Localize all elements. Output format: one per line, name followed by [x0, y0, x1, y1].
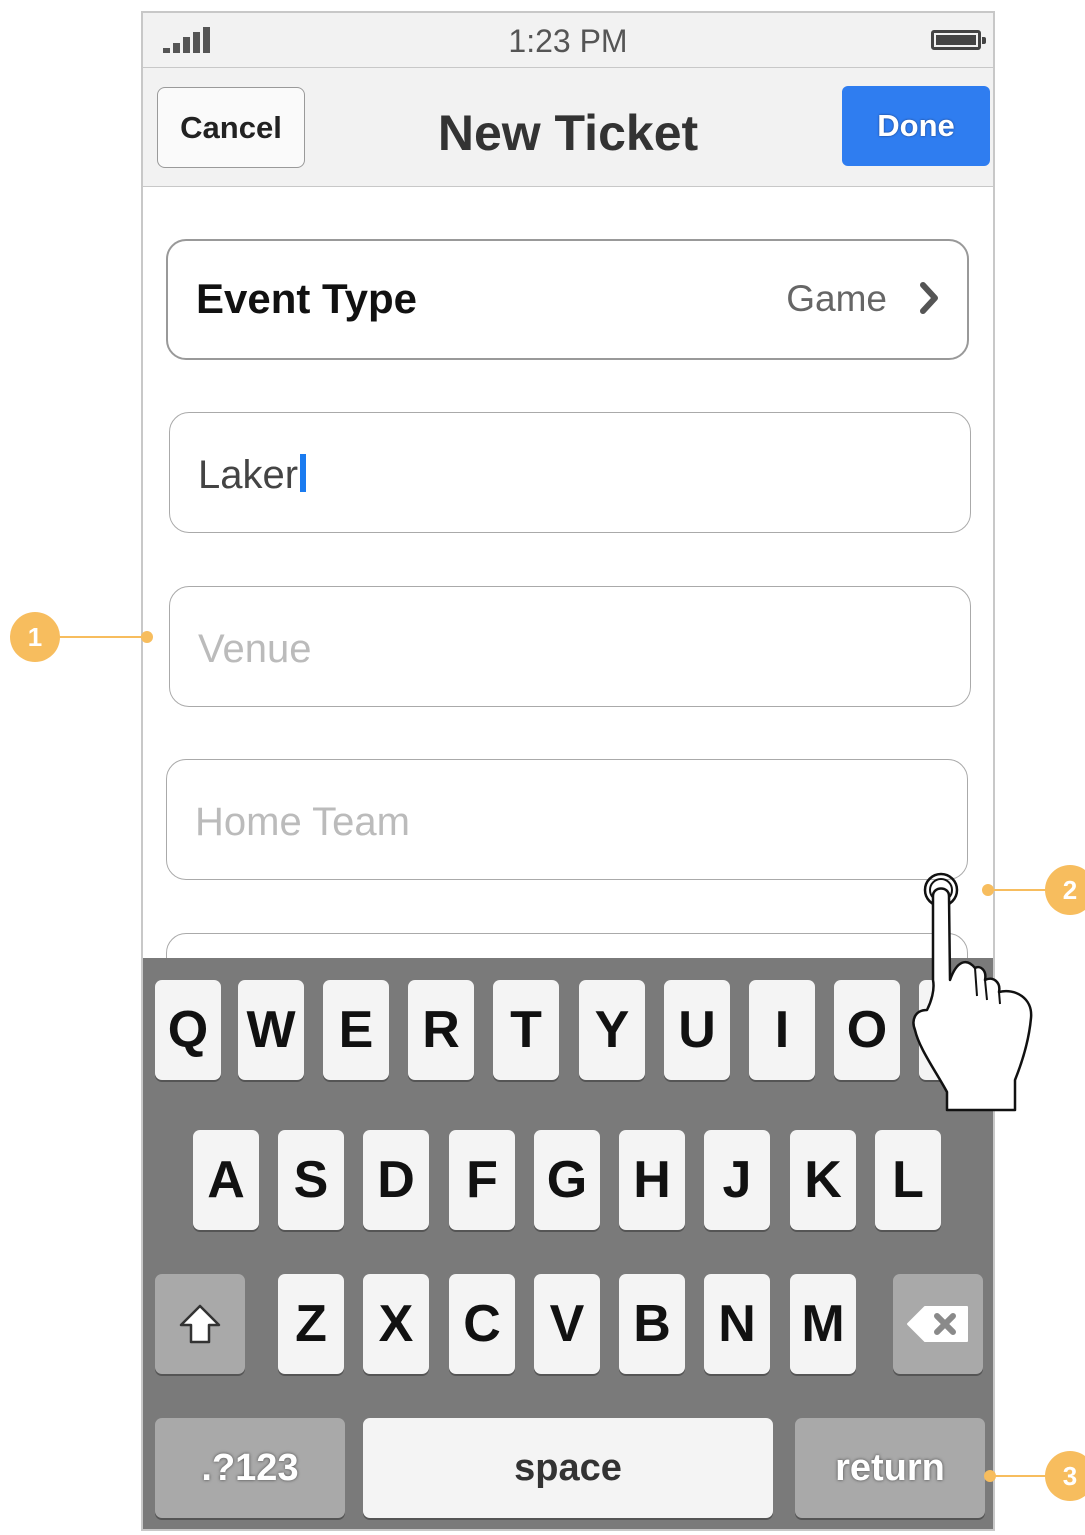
key-c[interactable]: C [449, 1274, 515, 1374]
navigation-bar: Cancel New Ticket Done [143, 68, 993, 187]
annotation-marker-1: 1 [10, 612, 60, 662]
annotation-end-1 [141, 631, 153, 643]
status-bar: 1:23 PM [143, 13, 993, 68]
venue-field[interactable]: Venue [169, 586, 971, 707]
key-v[interactable]: V [534, 1274, 600, 1374]
annotation-line-1 [58, 636, 144, 638]
event-type-value: Game [786, 278, 887, 319]
key-d[interactable]: D [363, 1130, 429, 1230]
annotation-marker-2: 2 [1045, 865, 1085, 915]
key-m[interactable]: M [790, 1274, 856, 1374]
keyboard: Q W E R T Y U I O A S D F G H J K L Z X … [143, 958, 993, 1529]
backspace-key[interactable] [893, 1274, 983, 1374]
key-g[interactable]: G [534, 1130, 600, 1230]
key-k[interactable]: K [790, 1130, 856, 1230]
status-time: 1:23 PM [508, 23, 628, 59]
key-q[interactable]: Q [155, 980, 221, 1080]
key-x[interactable]: X [363, 1274, 429, 1374]
key-z[interactable]: Z [278, 1274, 344, 1374]
key-s[interactable]: S [278, 1130, 344, 1230]
key-j[interactable]: J [704, 1130, 770, 1230]
tap-gesture-hand-icon [912, 872, 1033, 1112]
venue-placeholder: Venue [198, 627, 312, 671]
numbers-key[interactable]: .?123 [155, 1418, 345, 1518]
event-name-field[interactable]: Laker [169, 412, 971, 533]
phone-frame: 1:23 PM Cancel New Ticket Done Event Typ… [141, 11, 995, 1531]
key-w[interactable]: W [238, 980, 304, 1080]
event-type-label: Event Type [196, 275, 417, 322]
key-o[interactable]: O [834, 980, 900, 1080]
key-r[interactable]: R [408, 980, 474, 1080]
annotation-line-3 [994, 1475, 1048, 1477]
home-team-field[interactable]: Home Team [166, 759, 968, 880]
key-i[interactable]: I [749, 980, 815, 1080]
key-b[interactable]: B [619, 1274, 685, 1374]
event-name-value: Laker [198, 453, 299, 497]
key-a[interactable]: A [193, 1130, 259, 1230]
backspace-icon [907, 1306, 968, 1342]
key-y[interactable]: Y [579, 980, 645, 1080]
annotation-marker-3: 3 [1045, 1451, 1085, 1501]
key-e[interactable]: E [323, 980, 389, 1080]
key-l[interactable]: L [875, 1130, 941, 1230]
shift-icon [179, 1304, 221, 1344]
key-t[interactable]: T [493, 980, 559, 1080]
battery-icon [931, 30, 986, 50]
return-key[interactable]: return [795, 1418, 985, 1518]
chevron-right-icon [920, 282, 938, 314]
text-caret [300, 454, 307, 492]
event-type-row[interactable]: Event Type Game [166, 239, 969, 360]
space-key[interactable]: space [363, 1418, 773, 1518]
key-n[interactable]: N [704, 1274, 770, 1374]
home-team-placeholder: Home Team [195, 800, 410, 844]
key-f[interactable]: F [449, 1130, 515, 1230]
key-h[interactable]: H [619, 1130, 685, 1230]
shift-key[interactable] [155, 1274, 245, 1374]
key-u[interactable]: U [664, 980, 730, 1080]
done-button[interactable]: Done [842, 86, 990, 166]
